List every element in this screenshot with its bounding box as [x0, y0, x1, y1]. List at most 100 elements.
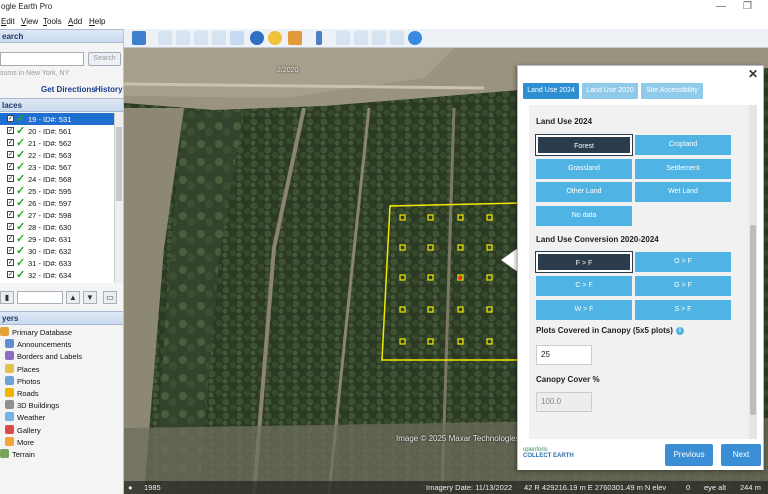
option-button[interactable]: Cropland — [635, 135, 731, 155]
option-button[interactable]: W > F — [536, 300, 632, 320]
record-tour-icon[interactable] — [230, 31, 244, 45]
layer-label: Gallery — [17, 425, 41, 435]
place-checkbox[interactable]: ✓ — [7, 175, 14, 182]
place-checkbox[interactable]: ✓ — [7, 199, 14, 206]
layer-icon — [5, 387, 14, 397]
minimize-icon[interactable]: — — [716, 1, 726, 13]
previous-button[interactable]: Previous — [665, 444, 713, 466]
plots-covered-input[interactable]: 25 — [536, 345, 592, 365]
ruler-icon[interactable] — [316, 31, 322, 45]
menu-help[interactable]: Help — [89, 17, 105, 26]
option-button[interactable]: C > F — [536, 276, 632, 296]
move-down-icon[interactable]: ▼ — [83, 291, 97, 304]
layer-label: Places — [17, 364, 40, 374]
placemark-icon[interactable] — [158, 31, 172, 45]
timeline-year: 1985 — [144, 483, 161, 492]
option-button[interactable]: Other Land — [536, 182, 632, 202]
restore-icon[interactable]: ❐ — [743, 1, 752, 13]
move-up-icon[interactable]: ▲ — [66, 291, 80, 304]
places-header[interactable]: laces — [0, 98, 123, 112]
option-button[interactable]: G > F — [635, 276, 731, 296]
place-checkbox[interactable]: ✓ — [7, 223, 14, 230]
option-button[interactable]: Settlement — [635, 158, 731, 179]
search-header[interactable]: earch — [0, 29, 123, 43]
layer-item[interactable]: Places — [0, 363, 123, 375]
coordinates: 42 R 429216.19 m E 2760301.49 m N elev — [524, 483, 667, 492]
center-point — [458, 276, 462, 280]
layer-item[interactable]: Weather — [0, 411, 123, 423]
layer-item[interactable]: Photos — [0, 375, 123, 387]
menu-tools[interactable]: Tools — [43, 17, 62, 26]
form-scroll-thumb[interactable] — [750, 225, 756, 415]
tab-land-use-2020[interactable]: Land Use 2020 — [582, 83, 638, 99]
place-checkbox[interactable]: ✓ — [7, 187, 14, 194]
email-icon[interactable] — [336, 31, 350, 45]
planets-icon[interactable] — [288, 31, 302, 45]
option-button[interactable]: F > F — [535, 251, 633, 273]
panel-toggle-icon[interactable]: ▮ — [0, 291, 14, 304]
place-item[interactable]: ✓ ✓ 32 - ID#: 634 — [0, 269, 114, 281]
earth-icon[interactable] — [408, 31, 422, 45]
menu-edit[interactable]: Edit — [1, 17, 15, 26]
layer-label: Weather — [17, 413, 46, 423]
menu-view[interactable]: View — [21, 17, 38, 26]
get-directions-link[interactable]: Get Directions — [41, 85, 96, 94]
sunlight-icon[interactable] — [268, 31, 282, 45]
image-overlay-icon[interactable] — [212, 31, 226, 45]
search-button[interactable]: Search — [88, 52, 121, 66]
layer-item[interactable]: Primary Database — [0, 326, 123, 338]
path-icon[interactable] — [194, 31, 208, 45]
option-button[interactable]: No data — [536, 205, 632, 226]
option-button[interactable]: S > F — [635, 300, 731, 320]
view-in-maps-icon[interactable] — [390, 31, 404, 45]
layer-item[interactable]: Announcements — [0, 338, 123, 350]
layer-item[interactable]: Borders and Labels — [0, 350, 123, 362]
option-button[interactable]: Forest — [535, 134, 633, 156]
print-icon[interactable] — [354, 31, 368, 45]
google-earth-window: ogle Earth Pro — ❐ Edit View Tools Add H… — [0, 0, 768, 494]
option-button[interactable]: O > F — [635, 252, 731, 272]
polygon-icon[interactable] — [176, 31, 190, 45]
place-checkbox[interactable]: ✓ — [7, 247, 14, 254]
place-checkbox[interactable]: ✓ — [7, 115, 14, 122]
logo-bottom-text: COLLECT EARTH — [523, 453, 574, 459]
layer-icon — [0, 327, 9, 336]
layer-item[interactable]: 3D Buildings — [0, 399, 123, 411]
form-scrollbar[interactable] — [749, 105, 757, 439]
place-checkbox[interactable]: ✓ — [7, 163, 14, 170]
next-button[interactable]: Next — [721, 444, 761, 466]
sidebar-toggle-icon[interactable] — [132, 31, 146, 45]
place-checkbox[interactable]: ✓ — [7, 139, 14, 146]
folder-icon[interactable]: ▭ — [103, 291, 117, 304]
layer-item[interactable]: Gallery — [0, 424, 123, 436]
option-button[interactable]: Grassland — [536, 158, 632, 179]
history-link[interactable]: History — [95, 85, 123, 94]
place-label: 32 - ID#: 634 — [28, 271, 72, 280]
historical-imagery-icon[interactable] — [250, 31, 264, 45]
info-icon[interactable]: i — [675, 327, 684, 335]
layers-header-label: yers — [2, 314, 19, 323]
canopy-cover-input: 100.0 — [536, 392, 592, 412]
search-input[interactable] — [0, 52, 84, 66]
places-filter-input[interactable] — [17, 291, 63, 304]
layer-item[interactable]: Roads — [0, 387, 123, 399]
place-checkbox[interactable]: ✓ — [7, 211, 14, 218]
layer-item[interactable]: More — [0, 436, 123, 448]
place-checkbox[interactable]: ✓ — [7, 271, 14, 278]
close-icon[interactable]: ✕ — [748, 67, 758, 81]
place-checkbox[interactable]: ✓ — [7, 259, 14, 266]
place-label: 27 - ID#: 598 — [28, 211, 72, 220]
menu-add[interactable]: Add — [68, 17, 82, 26]
tab-land-use-2024[interactable]: Land Use 2024 — [523, 83, 579, 99]
option-button[interactable]: Wet Land — [635, 182, 731, 202]
place-checkbox[interactable]: ✓ — [7, 151, 14, 158]
places-scroll-thumb[interactable] — [116, 127, 122, 201]
canopy-cover-title: Canopy Cover % — [536, 375, 600, 384]
layers-header[interactable]: yers — [0, 311, 123, 325]
place-checkbox[interactable]: ✓ — [7, 235, 14, 242]
place-checkbox[interactable]: ✓ — [7, 127, 14, 134]
places-scrollbar[interactable] — [114, 113, 123, 283]
save-image-icon[interactable] — [372, 31, 386, 45]
tab-site-accessibility[interactable]: Site Accessibility — [641, 83, 703, 99]
layer-item[interactable]: Terrain — [0, 448, 123, 460]
